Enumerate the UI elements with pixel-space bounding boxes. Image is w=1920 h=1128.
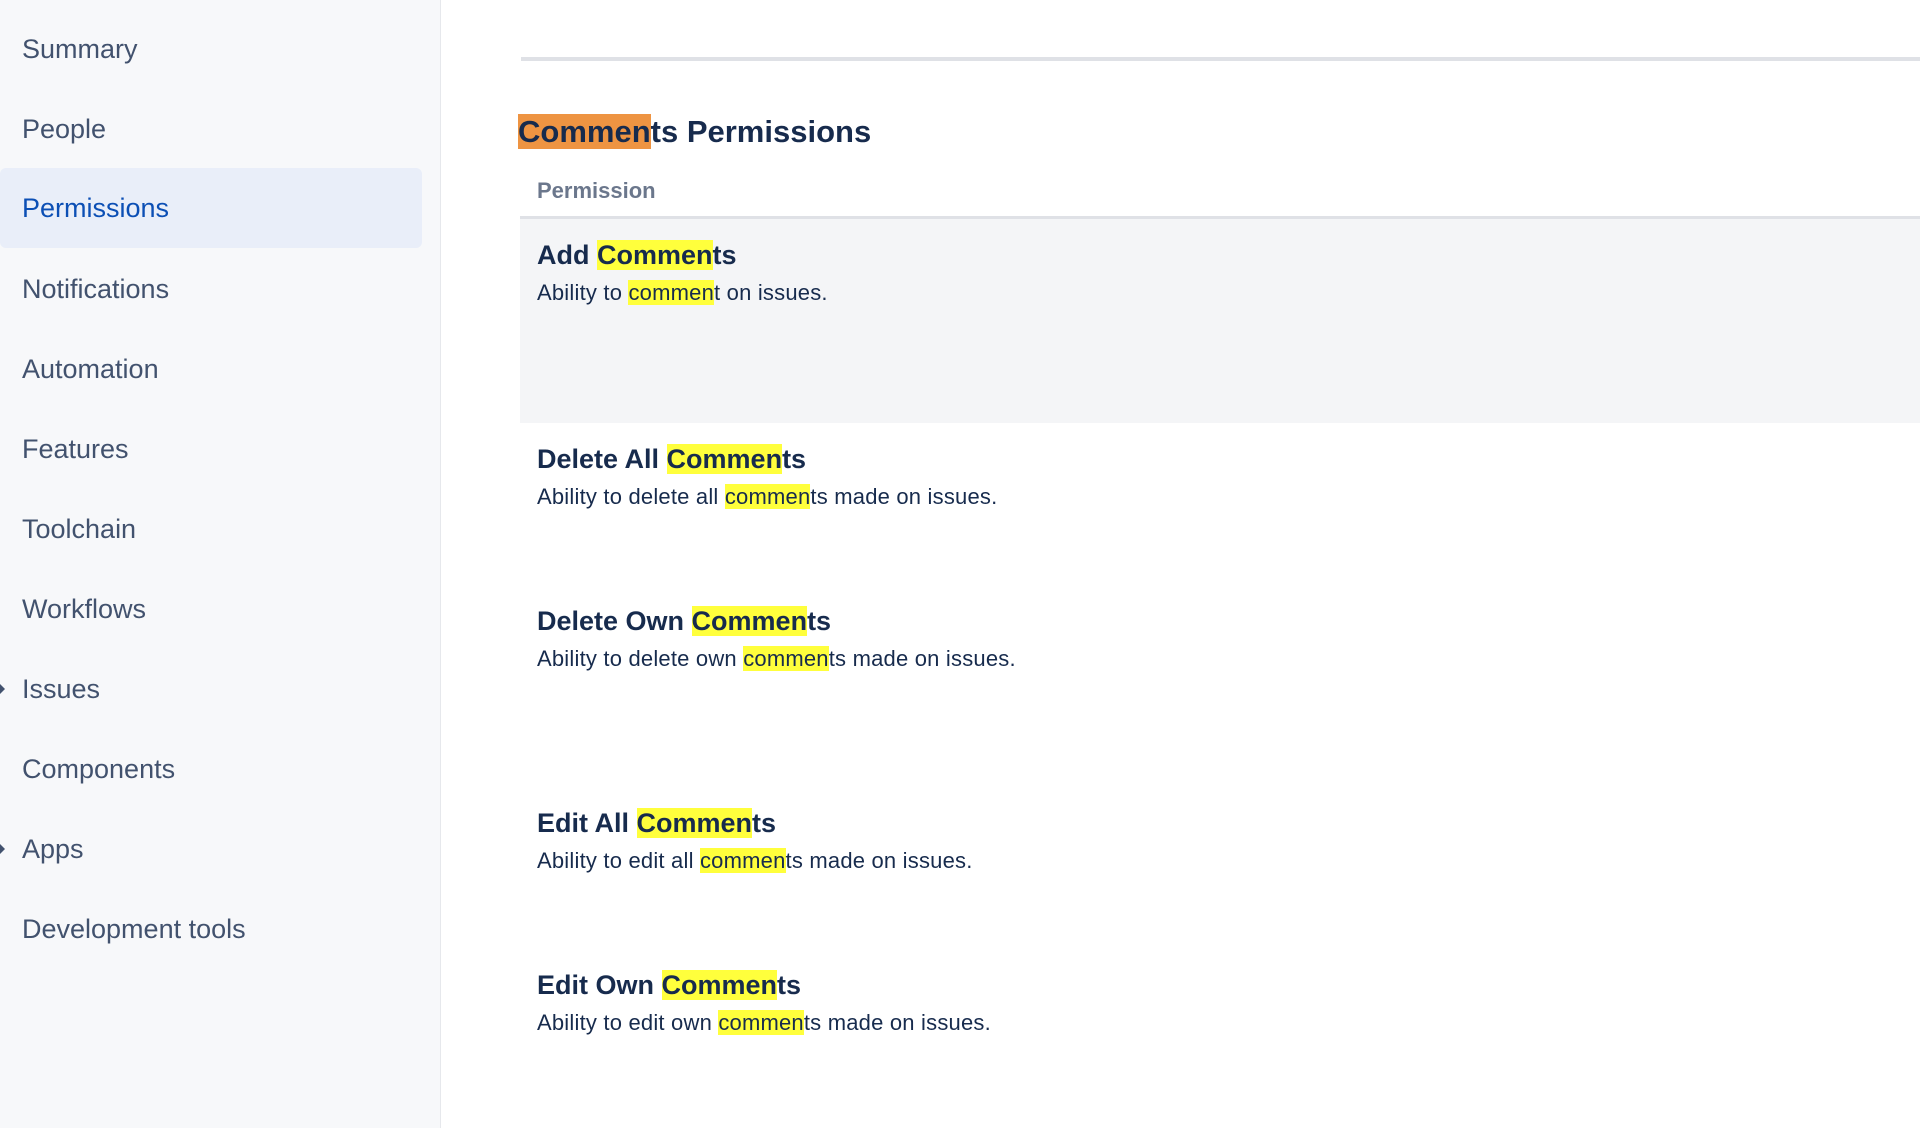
sidebar-item-label: Toolchain	[22, 513, 137, 544]
find-match: commen	[724, 484, 811, 509]
sidebar-item-label: Development tools	[22, 913, 246, 944]
permission-description-text: Ability to	[537, 280, 629, 305]
sidebar-item-components[interactable]: Components	[0, 729, 422, 809]
permission-name-text: ts	[712, 240, 737, 270]
permission-description-text: ts made on issues.	[810, 484, 998, 509]
sidebar-item-apps[interactable]: Apps	[0, 809, 422, 889]
permission-description: Ability to delete all comments made on i…	[537, 484, 997, 510]
permission-description-text: Ability to edit all	[537, 848, 700, 873]
find-match: commen	[699, 848, 786, 873]
sidebar-item-issues[interactable]: Issues	[0, 649, 422, 729]
permission-description: Ability to edit all comments made on iss…	[537, 848, 973, 874]
current-find-match: Commen	[518, 114, 651, 149]
table-row-delete-all-comments[interactable]: Delete All Comments Ability to delete al…	[520, 423, 1920, 585]
sidebar-item-label: Workflows	[22, 593, 147, 624]
app-window: Summary People Permissions Notifications…	[0, 0, 1920, 1128]
find-match: commen	[718, 1010, 804, 1035]
project-settings-sidebar: Summary People Permissions Notifications…	[0, 0, 441, 1128]
permission-name-text: ts	[807, 606, 832, 636]
sidebar-item-automation[interactable]: Automation	[0, 329, 422, 409]
table-row-add-comments[interactable]: Add Comments Ability to comment on issue…	[520, 219, 1920, 423]
permission-name-text: ts	[752, 808, 777, 838]
permission-description-text: ts made on issues.	[803, 1010, 991, 1035]
table-row-edit-all-comments[interactable]: Edit All Comments Ability to edit all co…	[520, 787, 1920, 949]
find-match: Commen	[636, 808, 753, 838]
permission-name-text: Edit Own	[537, 970, 662, 1000]
permission-name-text: Add	[537, 240, 597, 270]
permission-description: Ability to edit own comments made on iss…	[537, 1010, 991, 1036]
sidebar-item-label: Issues	[22, 673, 101, 704]
sidebar-item-permissions[interactable]: Permissions	[0, 168, 422, 248]
permission-name: Edit Own Comments	[537, 970, 801, 1001]
sidebar-item-summary[interactable]: Summary	[0, 9, 422, 89]
permission-name: Delete Own Comments	[537, 606, 831, 637]
sidebar-item-development-tools[interactable]: Development tools	[0, 889, 422, 969]
sidebar-item-label: Components	[22, 753, 176, 784]
permission-name-text: ts	[782, 444, 807, 474]
find-match: Commen	[597, 240, 713, 270]
permission-name: Add Comments	[537, 240, 737, 271]
permissions-content: Comments Permissions Permission Add Comm…	[441, 0, 1920, 1128]
permission-description-text: t on issues.	[714, 280, 828, 305]
permission-description-text: Ability to edit own	[537, 1010, 719, 1035]
permission-name-text: ts	[777, 970, 802, 1000]
sidebar-item-toolchain[interactable]: Toolchain	[0, 489, 422, 569]
column-header-permission: Permission	[537, 178, 656, 203]
permission-name-text: Delete All	[537, 444, 667, 474]
section-divider	[521, 57, 1920, 61]
expand-caret-icon[interactable]	[0, 844, 5, 854]
permission-name-text: Edit All	[537, 808, 637, 838]
find-match: Commen	[666, 444, 783, 474]
section-title: Comments Permissions	[518, 112, 871, 152]
permission-name-text: Delete Own	[537, 606, 692, 636]
section-title-text: ts Permissions	[650, 114, 872, 149]
permission-description: Ability to comment on issues.	[537, 280, 828, 306]
permission-description-text: Ability to delete all	[537, 484, 725, 509]
sidebar-item-label: Permissions	[22, 192, 170, 223]
sidebar-item-notifications[interactable]: Notifications	[0, 249, 422, 329]
find-match: commen	[743, 646, 829, 671]
sidebar-item-label: People	[22, 113, 107, 144]
expand-caret-icon[interactable]	[0, 684, 5, 694]
permission-description: Ability to delete own comments made on i…	[537, 646, 1016, 672]
table-row-edit-own-comments[interactable]: Edit Own Comments Ability to edit own co…	[520, 949, 1920, 1111]
permission-name: Edit All Comments	[537, 808, 776, 839]
permission-name: Delete All Comments	[537, 444, 806, 475]
find-match: Commen	[661, 970, 778, 1000]
sidebar-item-people[interactable]: People	[0, 89, 422, 169]
find-match: commen	[628, 280, 715, 305]
permission-description-text: Ability to delete own	[537, 646, 744, 671]
sidebar-item-features[interactable]: Features	[0, 409, 422, 489]
sidebar-item-workflows[interactable]: Workflows	[0, 569, 422, 649]
table-row-delete-own-comments[interactable]: Delete Own Comments Ability to delete ow…	[520, 585, 1920, 787]
sidebar-item-label: Notifications	[22, 273, 170, 304]
permission-description-text: ts made on issues.	[785, 848, 973, 873]
sidebar-item-label: Apps	[22, 833, 84, 864]
permission-description-text: ts made on issues.	[828, 646, 1016, 671]
sidebar-item-label: Summary	[22, 33, 138, 64]
sidebar-item-label: Automation	[22, 353, 159, 384]
sidebar-item-label: Features	[22, 433, 129, 464]
find-match: Commen	[691, 606, 808, 636]
